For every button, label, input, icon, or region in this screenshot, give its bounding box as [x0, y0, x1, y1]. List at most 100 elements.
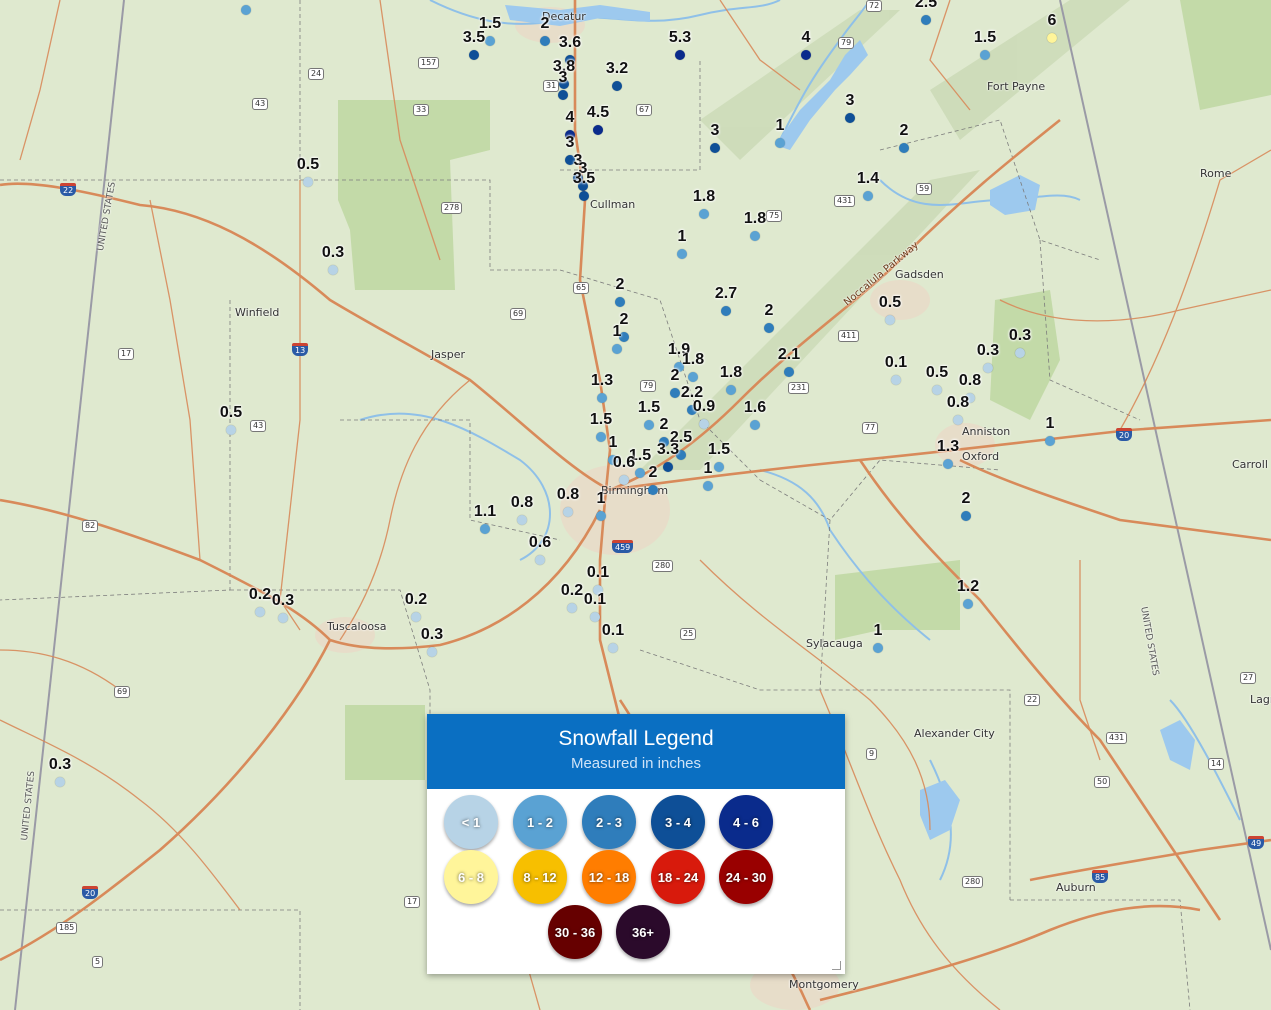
- marker-value: 1.5: [707, 441, 731, 458]
- marker-dot[interactable]: [721, 306, 731, 316]
- marker-dot[interactable]: [480, 524, 490, 534]
- marker-value: 1: [703, 460, 713, 477]
- marker-dot[interactable]: [328, 265, 338, 275]
- highway-shield: 17: [118, 348, 135, 360]
- legend-header: Snowfall Legend Measured in inches: [427, 714, 845, 789]
- marker-dot[interactable]: [703, 481, 713, 491]
- marker-value: 0.1: [601, 622, 625, 639]
- resize-handle[interactable]: [832, 961, 841, 970]
- marker-dot[interactable]: [699, 419, 709, 429]
- marker-value: 0.1: [583, 591, 607, 608]
- marker-value: 0.8: [510, 494, 534, 511]
- marker-dot[interactable]: [764, 323, 774, 333]
- highway-shield: 231: [788, 382, 810, 394]
- legend-class: < 1: [444, 795, 498, 849]
- marker-dot[interactable]: [612, 81, 622, 91]
- marker-dot[interactable]: [648, 485, 658, 495]
- legend-class: 24 - 30: [719, 850, 773, 904]
- marker-dot[interactable]: [801, 50, 811, 60]
- highway-shield: 9: [866, 748, 878, 760]
- marker-dot[interactable]: [563, 507, 573, 517]
- place-label: Anniston: [962, 425, 1011, 438]
- marker-dot[interactable]: [55, 777, 65, 787]
- marker-value: 0.5: [219, 404, 243, 421]
- marker-dot[interactable]: [885, 315, 895, 325]
- legend-class: 30 - 36: [548, 905, 602, 959]
- marker-dot[interactable]: [593, 125, 603, 135]
- marker-value: 0.8: [958, 372, 982, 389]
- interstate-shield: 49: [1248, 836, 1265, 849]
- marker-dot[interactable]: [873, 643, 883, 653]
- legend-class: 12 - 18: [582, 850, 636, 904]
- marker-value: 3.6: [558, 34, 582, 51]
- marker-dot[interactable]: [899, 143, 909, 153]
- marker-dot[interactable]: [963, 599, 973, 609]
- marker-value: 1: [677, 228, 687, 245]
- highway-shield: 25: [680, 628, 697, 640]
- interstate-shield: 20: [1116, 428, 1133, 441]
- marker-dot[interactable]: [608, 643, 618, 653]
- legend-class: 6 - 8: [444, 850, 498, 904]
- highway-shield: 79: [640, 380, 657, 392]
- marker-dot[interactable]: [517, 515, 527, 525]
- marker-dot[interactable]: [921, 15, 931, 25]
- marker-dot[interactable]: [411, 612, 421, 622]
- interstate-shield: 85: [1092, 870, 1109, 883]
- marker-dot[interactable]: [226, 425, 236, 435]
- marker-value: 3: [710, 122, 720, 139]
- marker-dot[interactable]: [558, 90, 568, 100]
- marker-value: 0.5: [296, 156, 320, 173]
- marker-dot[interactable]: [1015, 348, 1025, 358]
- marker-dot[interactable]: [726, 385, 736, 395]
- marker-dot[interactable]: [710, 143, 720, 153]
- marker-value: 3: [845, 92, 855, 109]
- marker-dot[interactable]: [597, 393, 607, 403]
- marker-dot[interactable]: [619, 475, 629, 485]
- marker-dot[interactable]: [427, 647, 437, 657]
- marker-dot[interactable]: [241, 5, 251, 15]
- marker-dot[interactable]: [980, 50, 990, 60]
- marker-dot[interactable]: [699, 209, 709, 219]
- highway-shield: 33: [413, 104, 430, 116]
- marker-dot[interactable]: [596, 511, 606, 521]
- highway-shield: 27: [1240, 672, 1257, 684]
- snowfall-legend[interactable]: Snowfall Legend Measured in inches < 1 1 …: [427, 714, 845, 974]
- legend-class: 3 - 4: [651, 795, 705, 849]
- marker-dot[interactable]: [469, 50, 479, 60]
- legend-class: 1 - 2: [513, 795, 567, 849]
- highway-shield: 5: [92, 956, 104, 968]
- marker-dot[interactable]: [278, 613, 288, 623]
- marker-value: 1.3: [936, 438, 960, 455]
- marker-dot[interactable]: [677, 249, 687, 259]
- legend-class: 4 - 6: [719, 795, 773, 849]
- place-label: Lagr: [1250, 693, 1271, 706]
- marker-dot[interactable]: [1045, 436, 1055, 446]
- marker-dot[interactable]: [612, 344, 622, 354]
- marker-dot[interactable]: [540, 36, 550, 46]
- marker-dot[interactable]: [579, 191, 589, 201]
- highway-shield: 22: [1024, 694, 1041, 706]
- marker-dot[interactable]: [590, 612, 600, 622]
- map-canvas[interactable]: Decatur Fort Payne Rome Cullman Gadsden Winfi…: [0, 0, 1271, 1010]
- marker-value: 0.8: [946, 394, 970, 411]
- marker-dot[interactable]: [845, 113, 855, 123]
- marker-dot[interactable]: [961, 511, 971, 521]
- interstate-shield: 22: [60, 183, 77, 196]
- marker-dot[interactable]: [863, 191, 873, 201]
- marker-dot[interactable]: [784, 367, 794, 377]
- marker-dot[interactable]: [750, 420, 760, 430]
- marker-dot[interactable]: [775, 138, 785, 148]
- marker-dot[interactable]: [953, 415, 963, 425]
- marker-dot[interactable]: [615, 297, 625, 307]
- marker-dot[interactable]: [891, 375, 901, 385]
- marker-dot[interactable]: [535, 555, 545, 565]
- interstate-shield: 13: [292, 343, 309, 356]
- marker-value: 1.8: [743, 210, 767, 227]
- marker-value: 1.5: [637, 399, 661, 416]
- marker-dot[interactable]: [1047, 33, 1057, 43]
- marker-dot[interactable]: [943, 459, 953, 469]
- marker-dot[interactable]: [303, 177, 313, 187]
- marker-dot[interactable]: [750, 231, 760, 241]
- marker-dot[interactable]: [675, 50, 685, 60]
- marker-value: 2: [764, 302, 774, 319]
